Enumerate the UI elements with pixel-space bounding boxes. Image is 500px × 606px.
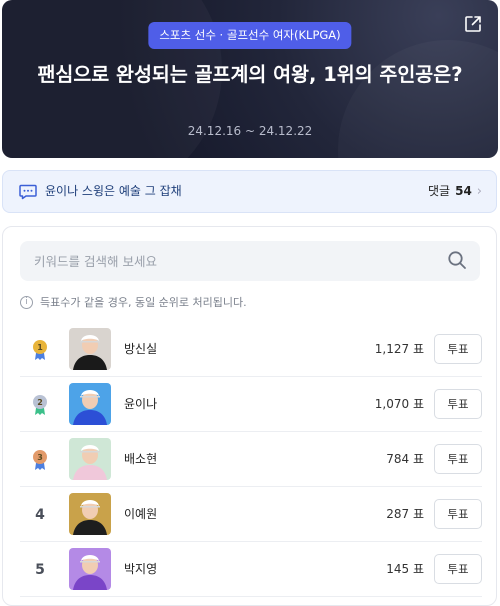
rank-number: 5 <box>35 561 45 578</box>
page-title: 팬심으로 완성되는 골프계의 여왕, 1위의 주인공은? <box>37 63 463 86</box>
ranking-row: 3 배소현 784 표 투표 <box>20 432 482 487</box>
vote-button[interactable]: 투표 <box>434 554 482 584</box>
rank-cell: 1 <box>20 322 60 377</box>
vote-count: 1,070 표 <box>374 397 424 411</box>
player-photo <box>69 328 111 370</box>
search-input[interactable] <box>20 241 480 281</box>
medal-rank-number: 1 <box>37 343 43 352</box>
medal-gold-icon: 1 <box>33 339 47 360</box>
player-name: 박지영 <box>124 562 158 576</box>
vote-button[interactable]: 투표 <box>434 389 482 419</box>
tie-notice: i 득표수가 같을 경우, 동일 순위로 처리됩니다. <box>20 294 247 310</box>
rank-cell: 2 <box>20 377 60 432</box>
vote-count: 1,127 표 <box>374 342 424 356</box>
player-name: 배소현 <box>124 452 158 466</box>
vote-button[interactable]: 투표 <box>434 334 482 364</box>
ranking-card: i 득표수가 같을 경우, 동일 순위로 처리됩니다. 1방신실1,127 표투… <box>2 226 497 606</box>
medal-silver-icon: 2 <box>33 394 47 415</box>
share-icon[interactable] <box>464 15 482 33</box>
comment-bar[interactable]: 윤이나 스윙은 예술 그 잡채 댓글 54 › <box>2 170 497 213</box>
comment-count-value: 54 <box>455 184 472 198</box>
info-icon: i <box>20 295 33 309</box>
medal-rank-number: 2 <box>37 398 43 407</box>
ranking-row: 2 윤이나 1,070 표 투표 <box>20 377 482 432</box>
player-photo <box>69 383 111 425</box>
comment-count-label: 댓글 <box>428 184 451 198</box>
chevron-right-icon: › <box>476 184 482 199</box>
medal-rank-number: 3 <box>37 453 43 462</box>
vote-button[interactable]: 투표 <box>434 499 482 529</box>
hero-decor <box>338 40 498 158</box>
comment-topic: 윤이나 스윙은 예술 그 잡채 <box>45 184 182 198</box>
player-photo <box>69 438 111 480</box>
ranking-row: 4 이예원 287 표 투표 <box>20 487 482 542</box>
search-icon[interactable] <box>447 250 467 270</box>
vote-period: 24.12.16 ~ 24.12.22 <box>187 124 313 138</box>
category-chip: 스포츠 선수 · 골프선수 여자(KLPGA) <box>148 22 352 49</box>
player-name: 이예원 <box>124 507 158 521</box>
vote-count: 784 표 <box>386 452 424 466</box>
rank-number: 4 <box>35 506 45 523</box>
player-name: 윤이나 <box>124 397 158 411</box>
ranking-row: 1 방신실 1,127 표 투표 <box>20 322 482 377</box>
vote-count: 287 표 <box>386 507 424 521</box>
comment-count[interactable]: 댓글 54 › <box>428 171 482 212</box>
vote-count: 145 표 <box>386 562 424 576</box>
vote-button[interactable]: 투표 <box>434 444 482 474</box>
tie-notice-text: 득표수가 같을 경우, 동일 순위로 처리됩니다. <box>40 296 247 309</box>
player-name: 방신실 <box>124 342 158 356</box>
chat-bubble-icon <box>19 184 37 200</box>
rank-cell: 4 <box>20 487 60 542</box>
medal-bronze-icon: 3 <box>33 449 47 470</box>
player-photo <box>69 548 111 590</box>
ranking-row: 5 박지영 145 표 투표 <box>20 542 482 597</box>
player-photo <box>69 493 111 535</box>
rank-cell: 3 <box>20 432 60 487</box>
rank-cell: 5 <box>20 542 60 597</box>
hero-banner: 스포츠 선수 · 골프선수 여자(KLPGA) 팬심으로 완성되는 골프계의 여… <box>2 0 498 158</box>
